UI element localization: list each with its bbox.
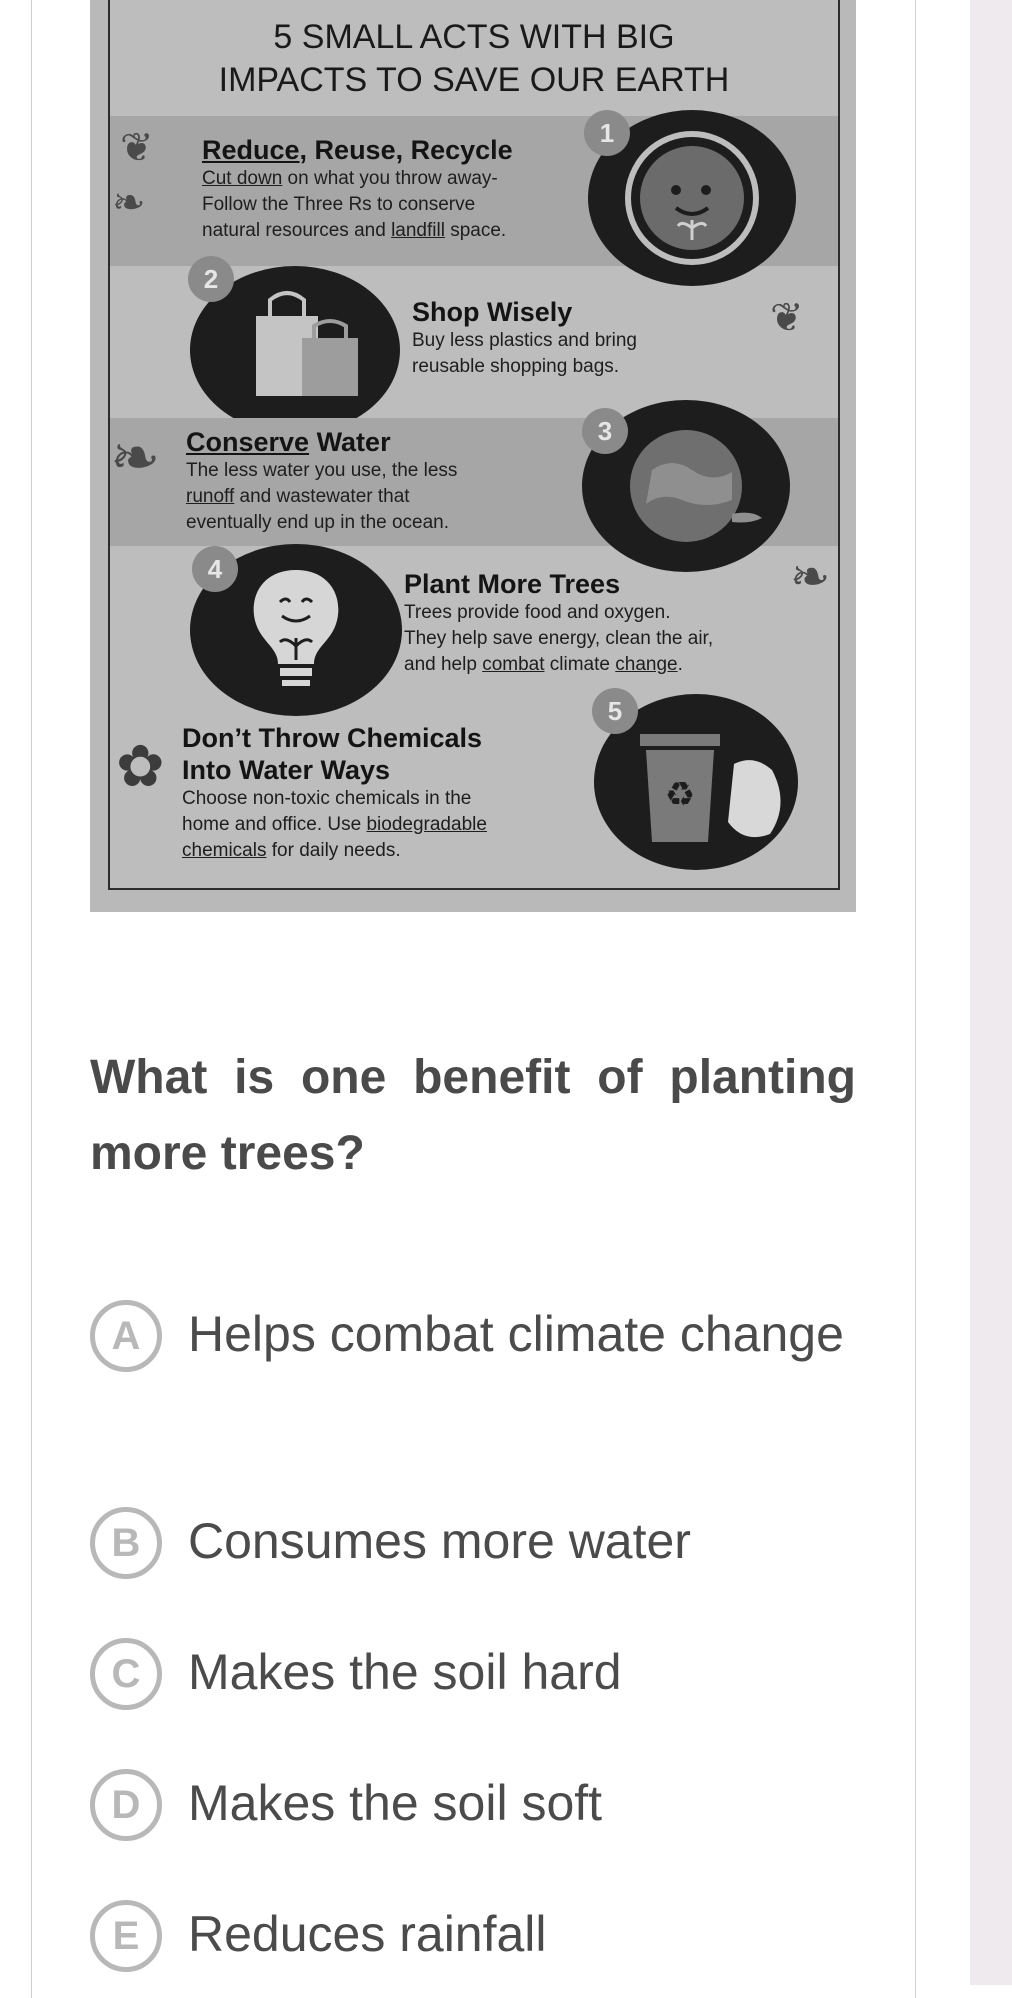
act-4-line-3-a: and help [404,654,483,675]
poster-title-line-1: 5 SMALL ACTS WITH BIG [273,18,675,56]
act-4-line-3-underlined-1: combat [482,654,545,675]
act-3-line-2-rest: and wastewater that [234,486,410,507]
act-1-title: Reduce, Reuse, Recycle [202,134,572,166]
act-3-line-2: runoff and wastewater that [186,484,586,510]
option-e-letter-badge: E [90,1900,162,1972]
act-4-line-1: Trees provide food and oxygen. [404,602,671,623]
act-1-line-3-a: natural resources and [202,220,392,241]
act-5-line-2-a: home and office. Use [182,814,367,835]
act-5: Don’t Throw Chemicals Into Water Ways Ch… [182,722,592,864]
act-3: Conserve Water The less water you use, t… [186,426,586,536]
act-1-title-underlined: Reduce [202,135,300,165]
act-1-line-2: Follow the Three Rs to conserve [202,194,476,215]
leaf-icon: ✿ [116,734,165,799]
option-a-text: Helps combat climate change [188,1306,844,1362]
act-3-line-2-underlined: runoff [186,486,235,507]
question-image: 5 SMALL ACTS WITH BIG IMPACTS TO SAVE OU… [90,0,856,912]
act-5-line-3: chemicals for daily needs. [182,838,592,864]
leaf-icon: ❧ [790,551,831,604]
act-5-line-2: home and office. Use biodegradable [182,812,592,838]
act-4-number-badge: 4 [192,546,238,592]
act-3-title: Conserve Water [186,426,586,458]
act-2-number-badge: 2 [188,256,234,302]
poster-title-line-2: IMPACTS TO SAVE OUR EARTH [218,61,730,99]
leaf-icon: ❦ [120,126,154,170]
act-1-line-1: Cut down on what you throw away- [202,166,572,192]
leaf-icon: ❧ [112,181,146,225]
option-a-letter-badge: A [90,1300,162,1372]
act-1: Reduce, Reuse, Recycle Cut down on what … [202,134,572,244]
option-b-letter-badge: B [90,1507,162,1579]
act-2-title: Shop Wisely [412,297,573,327]
act-4-line-3: and help combat climate change. [404,652,844,678]
act-1-line-3: natural resources and landfill space. [202,218,572,244]
act-2: Shop Wisely Buy less plastics and bring … [412,296,742,380]
act-3-number-badge: 3 [582,408,628,454]
option-d[interactable]: D Makes the soil soft [90,1769,880,1845]
option-a[interactable]: A Helps combat climate change [90,1300,880,1450]
option-d-text: Makes the soil soft [188,1775,603,1831]
option-e[interactable]: E Reduces rainfall [90,1900,880,1976]
act-5-line-3-underlined: chemicals [182,840,267,861]
act-4-line-3-e: . [677,654,683,675]
act-5-line-1: Choose non-toxic chemicals in the [182,788,472,809]
option-c-text: Makes the soil hard [188,1644,622,1700]
act-5-title-line-1: Don’t Throw Chemicals [182,723,483,753]
act-4: Plant More Trees Trees provide food and … [404,568,844,678]
option-c-letter-badge: C [90,1638,162,1710]
act-5-line-3-rest: for daily needs. [266,840,401,861]
act-2-line-1: Buy less plastics and bring [412,330,637,351]
act-3-line-3: eventually end up in the ocean. [186,512,450,533]
right-side-strip [970,0,1012,1985]
svg-text:♻: ♻ [665,775,695,815]
act-5-line-2-underlined: biodegradable [366,814,487,835]
act-3-title-rest: Water [309,427,391,457]
question-text: What is one benefit of planting more tre… [90,1051,856,1180]
act-1-line-3-underlined: landfill [391,220,445,241]
poster-title: 5 SMALL ACTS WITH BIG IMPACTS TO SAVE OU… [110,16,838,102]
option-b-text: Consumes more water [188,1513,691,1569]
leaf-icon: ❦ [770,296,804,340]
act-5-title-line-2: Into Water Ways [182,755,391,785]
act-2-line-2: reusable shopping bags. [412,356,620,377]
act-3-line-1: The less water you use, the less [186,460,458,481]
option-d-letter-badge: D [90,1769,162,1841]
act-4-line-3-underlined-2: change [615,654,678,675]
act-5-number-badge: 5 [592,688,638,734]
act-1-line-1-rest: on what you throw away- [282,168,498,189]
option-b[interactable]: B Consumes more water [90,1507,880,1583]
leaf-icon: ❧ [110,424,161,491]
act-1-line-1-underlined: Cut down [202,168,283,189]
poster-frame: 5 SMALL ACTS WITH BIG IMPACTS TO SAVE OU… [108,0,840,890]
option-e-text: Reduces rainfall [188,1906,547,1962]
act-4-title: Plant More Trees [404,569,621,599]
act-3-title-underlined: Conserve [186,427,310,457]
act-1-title-rest: , Reuse, Recycle [299,135,513,165]
option-c[interactable]: C Makes the soil hard [90,1638,880,1714]
act-4-line-3-c: climate [544,654,616,675]
act-1-number-badge: 1 [584,110,630,156]
act-4-line-2: They help save energy, clean the air, [404,628,714,649]
act-1-line-3-c: space. [444,220,507,241]
